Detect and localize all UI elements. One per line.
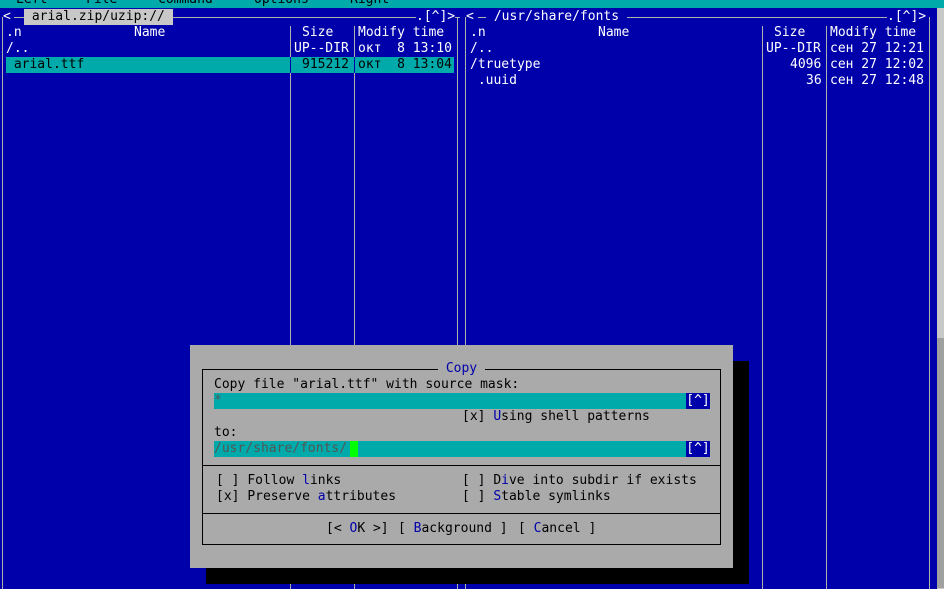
button-bracket: [: [518, 521, 534, 536]
checkbox-label: inks: [309, 473, 342, 488]
right-mtime-divider: [826, 26, 827, 589]
file-size: 4096: [790, 57, 822, 72]
menu-bar: Left File Command Options Right: [0, 0, 944, 8]
destination-history-button[interactable]: [^]: [686, 441, 710, 457]
right-header-size[interactable]: Size: [774, 25, 805, 41]
menu-command[interactable]: Command: [158, 0, 213, 8]
checkbox-label: D: [493, 473, 502, 488]
right-sort-indicator[interactable]: .n: [470, 25, 486, 41]
hotkey-letter: i: [501, 473, 509, 488]
checkbox-label: ttributes: [325, 489, 397, 504]
file-mtime: сен 27 12:21: [830, 41, 924, 56]
destination-label: to:: [214, 425, 238, 440]
file-size: 915212: [302, 57, 349, 72]
dialog-title: Copy: [438, 361, 485, 377]
file-mtime: окт 8 13:10: [358, 41, 452, 56]
follow-links-checkbox[interactable]: [ ] Follow links: [216, 473, 341, 489]
file-name: /..: [6, 41, 30, 56]
row-divider: [290, 57, 291, 73]
checkbox-box: [x]: [216, 489, 248, 504]
checkbox-box: [ ]: [462, 489, 494, 504]
checkbox-label: sing shell patterns: [501, 409, 650, 424]
dialog-frame-left: [202, 369, 203, 545]
checkbox-box: [ ]: [216, 473, 248, 488]
left-header-size[interactable]: Size: [302, 25, 333, 41]
left-panel-path[interactable]: arial.zip/uzip://: [24, 9, 173, 25]
source-history-button[interactable]: [^]: [686, 393, 710, 409]
file-mtime: окт 8 13:04: [358, 57, 452, 72]
file-mtime: сен 27 12:02: [830, 57, 924, 72]
left-panel-left-border: [2, 17, 3, 589]
dialog-separator: [202, 465, 721, 466]
cancel-button[interactable]: [ Cancel ]: [518, 521, 596, 537]
destination-value: /usr/share/fonts/: [214, 441, 348, 456]
preserve-attributes-checkbox[interactable]: [x] Preserve attributes: [216, 489, 396, 505]
window-scrollbar[interactable]: [937, 8, 944, 589]
file-name: /..: [470, 41, 494, 56]
hotkey-letter: a: [317, 489, 326, 504]
background-button[interactable]: [ Background ]: [398, 521, 508, 537]
dialog-frame-bottom: [202, 544, 721, 545]
right-panel-history-button[interactable]: .[^]>: [887, 9, 927, 25]
right-header-name[interactable]: Name: [598, 25, 629, 41]
file-name: /truetype: [470, 57, 541, 72]
right-header-mtime[interactable]: Modify time: [830, 25, 916, 41]
menu-left[interactable]: Left: [16, 0, 47, 8]
hotkey-letter: S: [493, 489, 502, 504]
menu-file[interactable]: File: [86, 0, 117, 8]
checkbox-box: [x]: [462, 409, 494, 424]
right-panel-right-border: [929, 17, 930, 589]
row-divider: [354, 57, 355, 73]
right-size-divider: [762, 26, 763, 589]
checkbox-label: Follow: [247, 473, 303, 488]
left-panel-history-button[interactable]: .[^]>: [416, 9, 456, 25]
dialog-frame-right: [720, 369, 721, 545]
file-size: UP--DIR: [766, 41, 821, 56]
left-sort-indicator[interactable]: .n: [6, 25, 22, 41]
button-label: ackground ]: [421, 521, 508, 536]
table-row-selected[interactable]: arial.ttf 915212 окт 8 13:04: [6, 57, 454, 73]
source-mask-value: *: [214, 393, 222, 408]
button-bracket: [: [398, 521, 414, 536]
left-panel-corner[interactable]: <: [3, 9, 11, 25]
left-header-name[interactable]: Name: [134, 25, 165, 41]
menu-right[interactable]: Right: [350, 0, 389, 8]
checkbox-box: [ ]: [462, 473, 494, 488]
button-bracket: [<: [326, 521, 350, 536]
menu-options[interactable]: Options: [254, 0, 309, 8]
button-label: K >]: [357, 521, 389, 536]
right-panel-corner[interactable]: <: [466, 9, 474, 25]
left-header-mtime[interactable]: Modify time: [358, 25, 444, 41]
file-mtime: сен 27 12:48: [830, 73, 924, 88]
ok-button[interactable]: [< OK >]: [326, 521, 389, 537]
file-name: .uuid: [470, 73, 517, 88]
hotkey-letter: U: [493, 409, 502, 424]
source-mask-input[interactable]: *: [214, 393, 686, 409]
file-size: 36: [806, 73, 822, 88]
checkbox-label: Preserve: [247, 489, 318, 504]
text-cursor: [350, 441, 358, 457]
file-name: arial.ttf: [6, 57, 85, 72]
dialog-separator: [202, 513, 721, 514]
stable-symlinks-checkbox[interactable]: [ ] Stable symlinks: [462, 489, 611, 505]
scrollbar-thumb[interactable]: [937, 338, 944, 588]
hotkey-letter: l: [302, 473, 310, 488]
button-label: ancel ]: [541, 521, 597, 536]
shell-patterns-checkbox[interactable]: [x] Using shell patterns: [462, 409, 650, 425]
dive-into-subdir-checkbox[interactable]: [ ] Dive into subdir if exists: [462, 473, 697, 489]
checkbox-label: table symlinks: [501, 489, 611, 504]
destination-input[interactable]: /usr/share/fonts/: [214, 441, 686, 457]
source-mask-label: Copy file "arial.ttf" with source mask:: [214, 377, 520, 392]
right-panel-path[interactable]: /usr/share/fonts: [486, 9, 627, 25]
copy-dialog[interactable]: Copy Copy file "arial.ttf" with source m…: [190, 345, 733, 568]
checkbox-label: ve into subdir if exists: [508, 473, 697, 488]
file-size: UP--DIR: [294, 41, 349, 56]
